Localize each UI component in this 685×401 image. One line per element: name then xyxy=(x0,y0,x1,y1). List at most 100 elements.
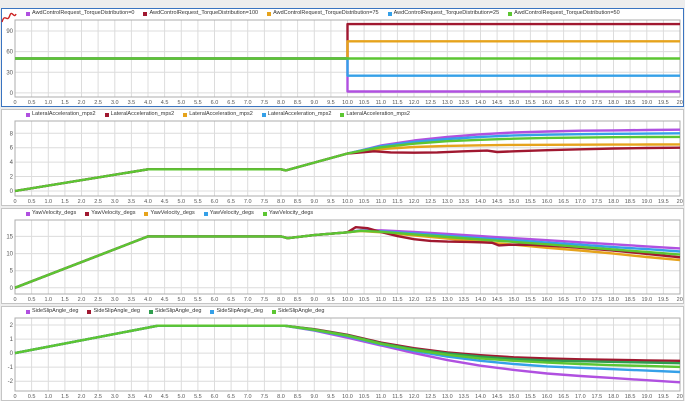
chart-side-slip-angle[interactable]: 00.51.01.52.02.53.03.54.04.55.05.56.06.5… xyxy=(2,316,683,400)
panel-awd-torque-distribution[interactable]: AwdControlRequest_TorqueDistribution=0 Aw… xyxy=(1,8,684,107)
chart-lateral-acceleration[interactable]: 00.51.01.52.02.53.03.54.04.55.05.56.06.5… xyxy=(2,119,683,205)
svg-text:8.0: 8.0 xyxy=(277,297,285,303)
legend-swatch-icon xyxy=(87,310,91,314)
legend-swatch-icon xyxy=(210,310,214,314)
panel-side-slip-angle[interactable]: SideSlipAngle_deg SideSlipAngle_deg SideSl… xyxy=(1,306,684,401)
legend-item: YawVelocity_degs xyxy=(26,211,76,217)
svg-text:6.0: 6.0 xyxy=(211,199,219,205)
svg-text:14.0: 14.0 xyxy=(475,199,486,205)
legend-label: LateralAcceleration_mps2 xyxy=(189,112,253,118)
plot-canvas[interactable]: 00.51.01.52.02.53.03.54.04.55.05.56.06.5… xyxy=(2,18,683,106)
svg-text:3.0: 3.0 xyxy=(111,100,119,106)
svg-text:19.5: 19.5 xyxy=(658,297,669,303)
svg-text:9.5: 9.5 xyxy=(327,199,335,205)
legend-label: SideSlipAngle_deg xyxy=(93,309,139,315)
y-tick-labels: 02468 xyxy=(10,131,14,195)
plot-canvas[interactable]: 00.51.01.52.02.53.03.54.04.55.05.56.06.5… xyxy=(2,119,683,205)
svg-text:15.0: 15.0 xyxy=(508,394,519,400)
legend-label: YawVelocity_degs xyxy=(150,211,194,217)
svg-text:8.5: 8.5 xyxy=(294,297,302,303)
legend-item: SideSlipAngle_deg xyxy=(149,309,201,315)
svg-text:13.0: 13.0 xyxy=(442,199,453,205)
svg-text:0.5: 0.5 xyxy=(28,199,36,205)
svg-text:12.5: 12.5 xyxy=(425,297,436,303)
svg-text:15.5: 15.5 xyxy=(525,297,536,303)
panel-lateral-acceleration[interactable]: LateralAcceleration_mps2 LateralAccelerat… xyxy=(1,109,684,206)
svg-text:3.0: 3.0 xyxy=(111,199,119,205)
svg-text:4.5: 4.5 xyxy=(161,100,169,106)
svg-text:13.0: 13.0 xyxy=(442,100,453,106)
svg-text:11.0: 11.0 xyxy=(376,100,386,106)
panel-yaw-velocity[interactable]: YawVelocity_degs YawVelocity_degs YawVeloc… xyxy=(1,208,684,304)
legend-swatch-icon xyxy=(267,12,271,16)
svg-text:2.5: 2.5 xyxy=(94,394,102,400)
legend-label: LateralAcceleration_mps2 xyxy=(268,112,332,118)
chart-yaw-velocity[interactable]: 00.51.01.52.02.53.03.54.04.55.05.56.06.5… xyxy=(2,218,683,303)
legend-lateral-acceleration: LateralAcceleration_mps2 LateralAccelerat… xyxy=(2,110,683,119)
legend-swatch-icon xyxy=(143,12,147,16)
svg-text:12.5: 12.5 xyxy=(425,394,436,400)
legend-label: SideSlipAngle_deg xyxy=(278,309,324,315)
svg-text:6.5: 6.5 xyxy=(227,297,235,303)
svg-text:0: 0 xyxy=(10,351,14,357)
svg-text:12.0: 12.0 xyxy=(409,297,420,303)
svg-text:2.0: 2.0 xyxy=(78,100,86,106)
legend-swatch-icon xyxy=(26,12,30,16)
svg-text:15.5: 15.5 xyxy=(525,199,536,205)
red-scribble-artifact xyxy=(1,9,17,25)
svg-text:13.0: 13.0 xyxy=(442,297,453,303)
svg-text:18.0: 18.0 xyxy=(608,100,619,106)
legend-swatch-icon xyxy=(105,113,109,117)
svg-text:6.0: 6.0 xyxy=(211,394,219,400)
svg-text:10: 10 xyxy=(6,252,13,258)
svg-text:15.0: 15.0 xyxy=(508,199,519,205)
legend-item: AwdControlRequest_TorqueDistribution=0 xyxy=(26,11,134,17)
svg-text:1.5: 1.5 xyxy=(61,100,69,106)
svg-text:4.5: 4.5 xyxy=(161,199,169,205)
svg-text:0: 0 xyxy=(13,394,16,400)
svg-text:6.5: 6.5 xyxy=(227,100,235,106)
svg-text:0.5: 0.5 xyxy=(28,394,36,400)
plot-canvas[interactable]: 00.51.01.52.02.53.03.54.04.55.05.56.06.5… xyxy=(2,316,683,400)
legend-side-slip-angle: SideSlipAngle_deg SideSlipAngle_deg SideSl… xyxy=(2,307,683,316)
legend-item: AwdControlRequest_TorqueDistribution=100 xyxy=(143,11,258,17)
legend-label: LateralAcceleration_mps2 xyxy=(111,112,175,118)
svg-text:9.0: 9.0 xyxy=(310,199,318,205)
svg-text:-2: -2 xyxy=(8,379,14,385)
svg-text:4: 4 xyxy=(10,160,14,166)
legend-label: YawVelocity_degs xyxy=(91,211,135,217)
plot-canvas[interactable]: 00.51.01.52.02.53.03.54.04.55.05.56.06.5… xyxy=(2,218,683,303)
svg-text:5.0: 5.0 xyxy=(177,394,185,400)
legend-swatch-icon xyxy=(85,212,89,216)
legend-item: LateralAcceleration_mps2 xyxy=(262,112,332,118)
svg-text:0: 0 xyxy=(10,189,14,195)
svg-text:17.5: 17.5 xyxy=(592,394,603,400)
svg-text:5.5: 5.5 xyxy=(194,297,202,303)
svg-text:2: 2 xyxy=(10,323,14,329)
svg-text:4.0: 4.0 xyxy=(144,100,152,106)
legend-label: YawVelocity_degs xyxy=(32,211,76,217)
svg-text:13.5: 13.5 xyxy=(459,394,470,400)
legend-swatch-icon xyxy=(26,212,30,216)
svg-text:10.5: 10.5 xyxy=(359,297,370,303)
svg-text:15.0: 15.0 xyxy=(508,297,519,303)
legend-item: YawVelocity_degs xyxy=(85,211,135,217)
svg-text:13.0: 13.0 xyxy=(442,394,453,400)
svg-text:11.0: 11.0 xyxy=(376,297,386,303)
svg-text:16.5: 16.5 xyxy=(558,199,569,205)
svg-text:12.0: 12.0 xyxy=(409,100,420,106)
svg-text:6.0: 6.0 xyxy=(211,297,219,303)
legend-item: YawVelocity_degs xyxy=(263,211,313,217)
legend-item: AwdControlRequest_TorqueDistribution=25 xyxy=(388,11,500,17)
svg-text:1.5: 1.5 xyxy=(61,199,69,205)
svg-text:19.0: 19.0 xyxy=(641,100,652,106)
svg-text:6.5: 6.5 xyxy=(227,199,235,205)
legend-label: SideSlipAngle_deg xyxy=(155,309,201,315)
svg-text:20.0: 20.0 xyxy=(677,297,683,303)
legend-label: YawVelocity_degs xyxy=(210,211,254,217)
chart-awd-torque-distribution[interactable]: 00.51.01.52.02.53.03.54.04.55.05.56.06.5… xyxy=(2,18,683,106)
legend-label: LateralAcceleration_mps2 xyxy=(32,112,96,118)
svg-text:12.0: 12.0 xyxy=(409,199,420,205)
svg-text:11.5: 11.5 xyxy=(392,100,402,106)
legend-item: SideSlipAngle_deg xyxy=(272,309,324,315)
